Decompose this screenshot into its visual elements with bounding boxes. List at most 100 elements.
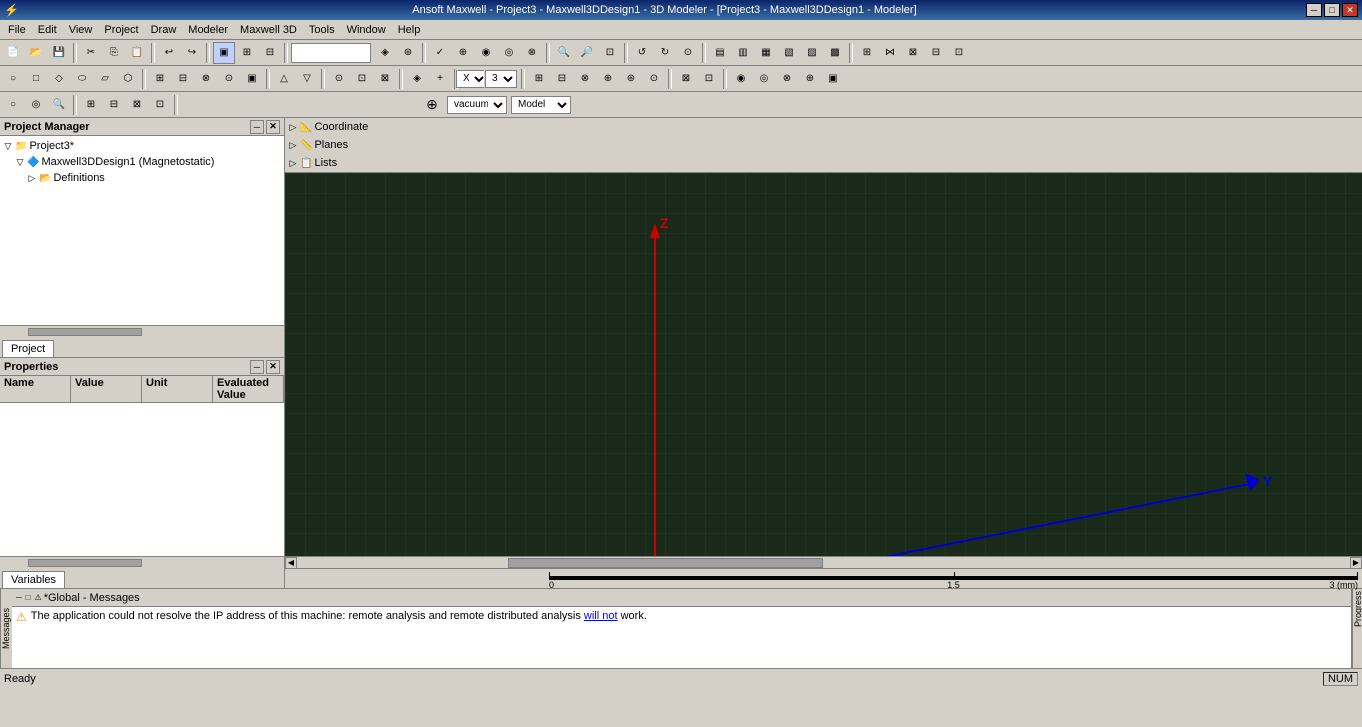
tool7[interactable]: ◉ (475, 42, 497, 64)
scroll-left-btn[interactable]: ◀ (285, 557, 297, 569)
tb3-7[interactable]: ⊡ (149, 94, 171, 116)
close-button[interactable]: ✕ (1342, 3, 1358, 17)
tb3-2[interactable]: ◎ (25, 94, 47, 116)
new-button[interactable]: 📄 (2, 42, 24, 64)
menu-draw[interactable]: Draw (145, 22, 183, 38)
tb2-19[interactable]: ⊞ (528, 68, 550, 90)
exp-planes[interactable]: ▷ (287, 139, 299, 151)
tb3-4[interactable]: ⊞ (80, 94, 102, 116)
tree-definitions[interactable]: ▷ 📂 Definitions (2, 170, 282, 186)
tb2-12[interactable]: △ (273, 68, 295, 90)
tool5[interactable]: ✓ (429, 42, 451, 64)
toolbar-dropdown-1[interactable] (291, 43, 371, 63)
tb3-1[interactable]: ○ (2, 94, 24, 116)
tb2-3[interactable]: ◇ (48, 68, 70, 90)
menu-view[interactable]: View (63, 22, 99, 38)
tool1[interactable]: ⊞ (236, 42, 258, 64)
menu-project[interactable]: Project (98, 22, 144, 38)
minimize-button[interactable]: ─ (1306, 3, 1322, 17)
tb2-17[interactable]: ◈ (406, 68, 428, 90)
tree-design[interactable]: ▽ 🔷 Maxwell3DDesign1 (Magnetostatic) (2, 154, 282, 170)
view5[interactable]: ▨ (801, 42, 823, 64)
panel-minimize[interactable]: ─ (250, 120, 264, 134)
tb3-6[interactable]: ⊠ (126, 94, 148, 116)
minus-icon[interactable]: ─ (16, 593, 22, 602)
tb2-24[interactable]: ⊙ (643, 68, 665, 90)
snap3[interactable]: ⊠ (902, 42, 924, 64)
modeler-scrollbar-h[interactable]: ◀ ▶ (285, 556, 1362, 568)
material-select[interactable]: vacuum (447, 96, 507, 114)
tb2-30[interactable]: ⊕ (799, 68, 821, 90)
maximize-button[interactable]: □ (1324, 3, 1340, 17)
tb2-15[interactable]: ⊡ (351, 68, 373, 90)
tb2-27[interactable]: ◉ (730, 68, 752, 90)
tb2-21[interactable]: ⊗ (574, 68, 596, 90)
tool6[interactable]: ⊕ (452, 42, 474, 64)
save-button[interactable]: 💾 (48, 42, 70, 64)
view-select[interactable]: 3D (485, 70, 517, 88)
tb3-5[interactable]: ⊟ (103, 94, 125, 116)
menu-window[interactable]: Window (341, 22, 392, 38)
exp-lists[interactable]: ▷ (287, 157, 299, 169)
snap4[interactable]: ⊟ (925, 42, 947, 64)
rotate-left[interactable]: ↺ (631, 42, 653, 64)
tb2-13[interactable]: ▽ (296, 68, 318, 90)
prop-close[interactable]: ✕ (266, 360, 280, 374)
view-front[interactable]: ▤ (709, 42, 731, 64)
viewport-3d[interactable]: Z Y (285, 173, 1362, 556)
tb2-10[interactable]: ⊙ (218, 68, 240, 90)
tool10[interactable]: ⊙ (677, 42, 699, 64)
panel-close[interactable]: ✕ (266, 120, 280, 134)
tb2-14[interactable]: ⊙ (328, 68, 350, 90)
tb2-5[interactable]: ▱ (94, 68, 116, 90)
tree-row-lists[interactable]: ▷ 📋 Lists (285, 154, 1362, 172)
view-3d[interactable]: 3D (484, 68, 518, 90)
menu-file[interactable]: File (2, 22, 32, 38)
menu-maxwell3d[interactable]: Maxwell 3D (234, 22, 303, 38)
project-scrollbar-h[interactable] (0, 325, 284, 337)
tab-project[interactable]: Project (2, 340, 54, 357)
expander-project[interactable]: ▽ (2, 140, 14, 152)
rotate-right[interactable]: ↻ (654, 42, 676, 64)
tree-row-coordinate[interactable]: ▷ 📐 Coordinate (285, 118, 1362, 136)
exp-coord[interactable]: ▷ (287, 121, 299, 133)
tb2-22[interactable]: ⊕ (597, 68, 619, 90)
model-select[interactable]: Model (511, 96, 571, 114)
prop-minimize[interactable]: ─ (250, 360, 264, 374)
expander-definitions[interactable]: ▷ (26, 172, 38, 184)
zoom-out[interactable]: 🔎 (576, 42, 598, 64)
tb2-18[interactable]: + (429, 68, 451, 90)
mod-scroll-thumb[interactable] (508, 558, 824, 568)
tb2-8[interactable]: ⊟ (172, 68, 194, 90)
view6[interactable]: ▩ (824, 42, 846, 64)
tb2-9[interactable]: ⊗ (195, 68, 217, 90)
tool8[interactable]: ◎ (498, 42, 520, 64)
view-iso[interactable]: ▧ (778, 42, 800, 64)
scroll-right-btn[interactable]: ▶ (1350, 557, 1362, 569)
zoom-in[interactable]: 🔍 (553, 42, 575, 64)
tb2-16[interactable]: ⊠ (374, 68, 396, 90)
redo-button[interactable]: ↪ (181, 42, 203, 64)
prop-scroll-thumb[interactable] (28, 559, 142, 567)
undo-button[interactable]: ↩ (158, 42, 180, 64)
snap2[interactable]: ⋈ (879, 42, 901, 64)
tb2-23[interactable]: ⊛ (620, 68, 642, 90)
plane-xy[interactable]: XYYZXZ (461, 68, 483, 90)
zoom-fit[interactable]: ⊡ (599, 42, 621, 64)
tool3[interactable]: ◈ (374, 42, 396, 64)
tb2-29[interactable]: ⊗ (776, 68, 798, 90)
tool9[interactable]: ⊗ (521, 42, 543, 64)
menu-help[interactable]: Help (392, 22, 427, 38)
tree-row-planes[interactable]: ▷ 📏 Planes (285, 136, 1362, 154)
tb2-28[interactable]: ◎ (753, 68, 775, 90)
message-link[interactable]: will not (584, 610, 618, 622)
cut-button[interactable]: ✂ (80, 42, 102, 64)
copy-button[interactable]: ⎘ (103, 42, 125, 64)
tb2-1[interactable]: ○ (2, 68, 24, 90)
open-button[interactable]: 📂 (25, 42, 47, 64)
tree-project[interactable]: ▽ 📁 Project3* (2, 138, 282, 154)
tb2-26[interactable]: ⊡ (698, 68, 720, 90)
tb2-11[interactable]: ▣ (241, 68, 263, 90)
tb2-6[interactable]: ⬡ (117, 68, 139, 90)
tool4[interactable]: ⊛ (397, 42, 419, 64)
